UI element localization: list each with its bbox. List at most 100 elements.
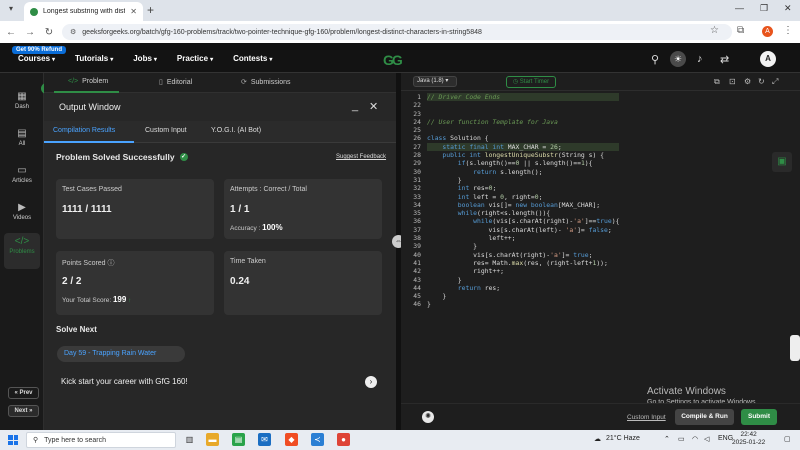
- code-editor[interactable]: 1 22 23 24 25 26 27 28 29 30 31 32 33 34 35 36 37 38 39 40 4…: [401, 91, 800, 403]
- fullscreen-icon[interactable]: ⊡: [729, 77, 736, 86]
- network-icon[interactable]: ▭: [678, 435, 685, 443]
- time-card: Time Taken 0.24: [224, 251, 382, 315]
- language-select[interactable]: Java (1.8) ▾: [413, 76, 457, 87]
- language-icon[interactable]: ⇄: [720, 53, 729, 66]
- chat-feedback-icon[interactable]: ▣: [772, 152, 792, 172]
- browser-profile-avatar[interactable]: A: [762, 26, 773, 37]
- tray-chevron-icon[interactable]: ⌃: [664, 435, 670, 443]
- reset-icon[interactable]: ↻: [758, 77, 765, 86]
- url-field[interactable]: ⚙ geeksforgeeks.org/batch/gfg-160-proble…: [62, 24, 732, 40]
- settings-icon[interactable]: ⚙: [744, 77, 751, 86]
- close-window-icon[interactable]: ✕: [784, 3, 792, 14]
- site-info-icon[interactable]: ⚙: [70, 28, 76, 36]
- rail-item-dash[interactable]: ▦ Dash: [4, 88, 40, 120]
- clock[interactable]: 22:42 2025-01-22: [732, 431, 765, 447]
- chevron-right-icon[interactable]: ›: [365, 376, 377, 388]
- chevron-down-icon: ▾: [269, 57, 273, 63]
- restore-icon[interactable]: ❐: [760, 3, 768, 14]
- info-icon[interactable]: ⓘ: [108, 260, 115, 267]
- expand-icon[interactable]: ⤢: [772, 77, 778, 87]
- mail-icon[interactable]: ✉: [258, 433, 271, 446]
- wifi-icon[interactable]: ◠: [692, 435, 698, 443]
- url-text: geeksforgeeks.org/batch/gfg-160-problems…: [82, 28, 482, 36]
- tab-search-icon[interactable]: ▾: [4, 4, 18, 17]
- compile-run-button[interactable]: Compile & Run: [675, 409, 734, 425]
- rail-item-videos[interactable]: ▶ Videos: [4, 199, 40, 231]
- minimize-output-icon[interactable]: _: [352, 100, 358, 112]
- new-tab-icon[interactable]: +: [147, 3, 154, 17]
- close-tab-icon[interactable]: ✕: [130, 7, 137, 16]
- attempts-card: Attempts : Correct / Total 1 / 1 Accurac…: [224, 179, 382, 239]
- lightbulb-icon[interactable]: ✺: [422, 411, 434, 423]
- nav-contests[interactable]: Contests ▾: [233, 54, 272, 63]
- taskbar-search[interactable]: ⚲ Type here to search: [26, 432, 176, 448]
- taskbar: ⚲ Type here to search ▥ ▬ ▤ ✉ ◆ ≺ ● ☁ 21…: [0, 430, 800, 450]
- volume-icon[interactable]: ◁: [704, 435, 709, 443]
- extensions-icon[interactable]: ⧉: [737, 25, 744, 36]
- weather-icon[interactable]: ☁: [594, 435, 601, 443]
- editor-footer: ✺ Custom Input Compile & Run Submit: [401, 403, 800, 430]
- line-number: 40: [413, 250, 421, 259]
- code-icon: </>: [14, 236, 30, 247]
- line-number: 36: [413, 217, 421, 226]
- brave-icon[interactable]: ◆: [285, 433, 298, 446]
- start-timer-button[interactable]: ◷ Start Timer: [506, 76, 556, 88]
- weather-text[interactable]: 21°C Haze: [606, 435, 640, 442]
- tab-submissions[interactable]: ⟳ Submissions: [241, 78, 291, 87]
- rail-item-articles[interactable]: ▭ Articles: [4, 162, 40, 194]
- submit-button[interactable]: Submit: [741, 409, 777, 425]
- search-icon: ⚲: [33, 437, 39, 444]
- rail-item-all[interactable]: ▤ All: [4, 125, 40, 157]
- close-output-icon[interactable]: ✕: [369, 100, 378, 113]
- tab-custom-input[interactable]: Custom Input: [145, 127, 187, 134]
- browser-tab-bar: ▾ Longest substring with distinct ✕ + — …: [0, 0, 800, 21]
- chrome-icon[interactable]: ●: [337, 433, 350, 446]
- store-icon[interactable]: ▤: [232, 433, 245, 446]
- tab-problem[interactable]: </> Problem: [68, 78, 108, 85]
- attempts-label: Attempts : Correct / Total: [230, 186, 307, 193]
- user-avatar[interactable]: A: [760, 51, 776, 67]
- bell-icon[interactable]: ♪: [697, 53, 703, 65]
- total-score: Your Total Score: 199 ↑: [62, 295, 132, 304]
- tab-compilation-results[interactable]: Compilation Results: [53, 127, 115, 134]
- browser-tab[interactable]: Longest substring with distinct ✕: [24, 2, 143, 21]
- rail-item-problems[interactable]: </> Problems: [4, 233, 40, 269]
- custom-input-link[interactable]: Custom Input: [627, 414, 666, 421]
- nav-jobs[interactable]: Jobs ▾: [133, 54, 157, 63]
- nav-practice[interactable]: Practice ▾: [177, 54, 213, 63]
- arrow-up-icon: ↑: [128, 297, 132, 304]
- chevron-down-icon: ▾: [153, 57, 157, 63]
- prev-button[interactable]: « Prev: [8, 387, 39, 399]
- copy-icon[interactable]: ⧉: [714, 77, 720, 87]
- windows-start-icon[interactable]: [8, 435, 18, 445]
- forward-icon[interactable]: →: [22, 27, 38, 38]
- site-nav: Courses ▾ Tutorials ▾ Jobs ▾ Practice ▾ Cont…: [18, 54, 272, 63]
- browser-menu-icon[interactable]: ⋮: [783, 25, 793, 36]
- bookmark-star-icon[interactable]: ☆: [710, 25, 719, 36]
- line-number: 27: [413, 142, 421, 151]
- input-language[interactable]: ENG: [718, 435, 733, 442]
- minimize-icon[interactable]: —: [735, 3, 744, 13]
- line-number: 44: [413, 283, 421, 292]
- browser-tab-title: Longest substring with distinct: [43, 8, 126, 15]
- reload-icon[interactable]: ↻: [41, 27, 57, 38]
- next-problem-link[interactable]: Day 59 - Trapping Rain Water: [57, 346, 185, 362]
- file-explorer-icon[interactable]: ▬: [206, 433, 219, 446]
- side-expand-handle[interactable]: [790, 335, 800, 361]
- time-value: 0.24: [230, 276, 250, 287]
- task-view-icon[interactable]: ▥: [183, 433, 196, 446]
- gfg-logo[interactable]: GG: [383, 52, 403, 68]
- refund-badge[interactable]: Get 90% Refund: [12, 46, 67, 54]
- tab-editorial[interactable]: ▯ Editorial: [159, 78, 192, 87]
- nav-courses[interactable]: Courses ▾: [18, 54, 55, 63]
- back-icon[interactable]: ←: [3, 27, 19, 38]
- suggest-feedback-link[interactable]: Suggest Feedback: [336, 154, 386, 160]
- tab-yogi-ai-bot[interactable]: Y.O.G.I. (AI Bot): [211, 127, 261, 134]
- nav-tutorials[interactable]: Tutorials ▾: [75, 54, 113, 63]
- search-icon[interactable]: ⚲: [651, 53, 659, 66]
- submissions-icon: ⟳: [241, 79, 247, 86]
- vscode-icon[interactable]: ≺: [311, 433, 324, 446]
- next-button[interactable]: Next »: [8, 405, 39, 417]
- notifications-icon[interactable]: ▢: [784, 435, 791, 443]
- theme-toggle-icon[interactable]: ☀: [670, 51, 686, 67]
